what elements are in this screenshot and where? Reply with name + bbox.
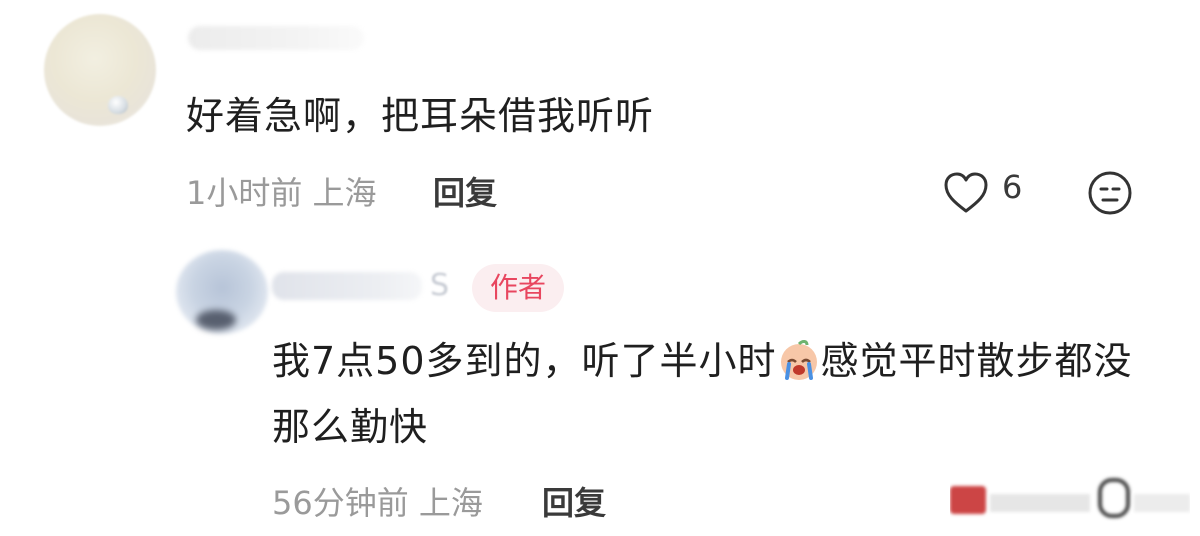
avatar[interactable] xyxy=(176,250,268,334)
reply-button[interactable]: 回复 xyxy=(542,478,606,524)
avatar[interactable] xyxy=(44,14,156,126)
avatar-image xyxy=(196,310,236,330)
reply-comment-text: 我7点50多到的，听了半小时 感觉平时散步都没那么勤快 xyxy=(272,328,1152,460)
dislike-face-icon[interactable] xyxy=(1086,169,1134,217)
reply-time-location: 56分钟前 上海 xyxy=(272,484,483,522)
username-blurred[interactable] xyxy=(188,26,364,50)
comment-time-location: 1小时前 上海 xyxy=(186,174,377,212)
reply-button[interactable]: 回复 xyxy=(433,168,497,214)
heart-icon[interactable] xyxy=(942,170,990,216)
blurred-action-icons xyxy=(950,478,1190,518)
like-count: 6 xyxy=(1002,168,1023,206)
username-blurred[interactable] xyxy=(272,272,422,300)
comment-text: 好着急啊，把耳朵借我听听 xyxy=(186,94,655,138)
username-tail: S xyxy=(430,268,450,303)
reply-text-part-1: 我7点50多到的，听了半小时 xyxy=(272,339,777,383)
crying-face-emoji xyxy=(780,340,817,380)
author-badge: 作者 xyxy=(472,264,565,312)
avatar-image xyxy=(108,96,128,114)
